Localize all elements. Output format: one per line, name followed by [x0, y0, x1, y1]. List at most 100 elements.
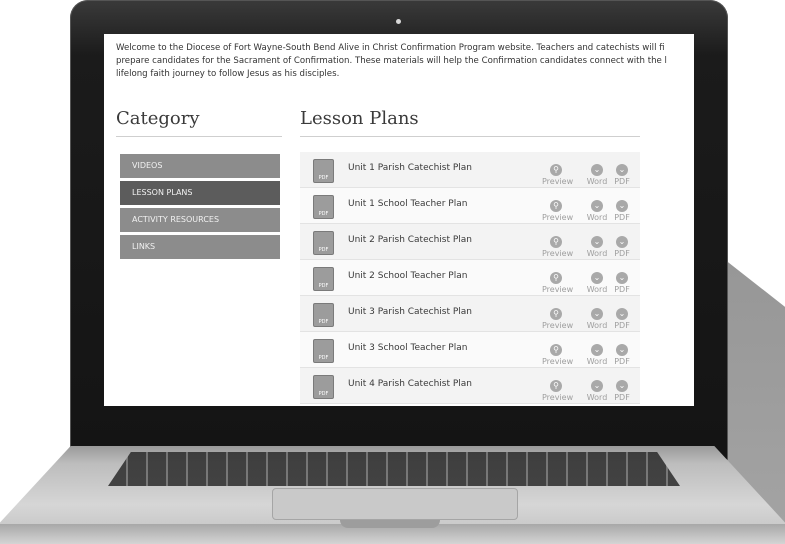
word-download-button[interactable]: ⌄ Word [583, 373, 611, 403]
lesson-plan-row: PDF Unit 4 Parish Catechist Plan ⚲ Previe… [300, 368, 640, 404]
chevron-down-circle-icon: ⌄ [591, 308, 603, 320]
pdf-download-button[interactable]: ⌄ PDF [608, 229, 636, 259]
preview-label: Preview [542, 285, 574, 294]
intro-line: lifelong faith journey to follow Jesus a… [116, 69, 340, 79]
lesson-plan-label: Unit 4 Parish Catechist Plan [348, 379, 473, 389]
lesson-plan-label: Unit 3 School Teacher Plan [348, 343, 468, 353]
word-download-button[interactable]: ⌄ Word [583, 193, 611, 223]
category-item-videos[interactable]: VIDEOS [120, 154, 280, 178]
word-download-button[interactable]: ⌄ Word [583, 337, 611, 367]
pdf-download-button[interactable]: ⌄ PDF [608, 301, 636, 331]
lesson-plans-heading: Lesson Plans [300, 108, 419, 129]
lesson-plan-label: Unit 1 School Teacher Plan [348, 199, 468, 209]
magnifier-icon: ⚲ [550, 236, 562, 248]
lesson-plan-row: PDF Unit 2 School Teacher Plan ⚲ Preview … [300, 260, 640, 296]
chevron-down-circle-icon: ⌄ [616, 380, 628, 392]
word-label: Word [586, 213, 608, 222]
chevron-down-circle-icon: ⌄ [616, 344, 628, 356]
pdf-file-icon-text: PDF [318, 355, 329, 361]
magnifier-icon: ⚲ [550, 344, 562, 356]
chevron-down-circle-icon: ⌄ [616, 272, 628, 284]
chevron-down-circle-icon: ⌄ [616, 308, 628, 320]
pdf-label: PDF [614, 321, 630, 330]
category-item-activity-resources[interactable]: ACTIVITY RESOURCES [120, 208, 280, 232]
chevron-down-circle-icon: ⌄ [591, 344, 603, 356]
pdf-label: PDF [614, 213, 630, 222]
lesson-plan-row: PDF Unit 3 School Teacher Plan ⚲ Preview … [300, 332, 640, 368]
word-download-button[interactable]: ⌄ Word [583, 229, 611, 259]
word-label: Word [586, 249, 608, 258]
lesson-plan-list: PDF Unit 1 Parish Catechist Plan ⚲ Previe… [300, 152, 640, 404]
pdf-label: PDF [614, 285, 630, 294]
lesson-plan-row: PDF Unit 3 Parish Catechist Plan ⚲ Previe… [300, 296, 640, 332]
chevron-down-circle-icon: ⌄ [591, 272, 603, 284]
intro-text: Welcome to the Diocese of Fort Wayne-Sou… [116, 42, 694, 81]
magnifier-icon: ⚲ [550, 380, 562, 392]
laptop-notch [340, 520, 440, 528]
preview-button[interactable]: ⚲ Preview [542, 193, 574, 223]
pdf-download-button[interactable]: ⌄ PDF [608, 373, 636, 403]
preview-label: Preview [542, 393, 574, 402]
pdf-label: PDF [614, 249, 630, 258]
pdf-file-icon: PDF [313, 303, 334, 327]
preview-label: Preview [542, 357, 574, 366]
magnifier-icon: ⚲ [550, 308, 562, 320]
word-label: Word [586, 393, 608, 402]
preview-button[interactable]: ⚲ Preview [542, 337, 574, 367]
chevron-down-circle-icon: ⌄ [616, 236, 628, 248]
category-divider [116, 136, 282, 137]
magnifier-icon: ⚲ [550, 272, 562, 284]
pdf-file-icon-text: PDF [318, 247, 329, 253]
preview-label: Preview [542, 177, 574, 186]
chevron-down-circle-icon: ⌄ [591, 380, 603, 392]
pdf-file-icon: PDF [313, 195, 334, 219]
lesson-plans-divider [300, 136, 640, 137]
preview-button[interactable]: ⚲ Preview [542, 229, 574, 259]
preview-label: Preview [542, 213, 574, 222]
laptop-trackpad [272, 488, 518, 520]
category-heading: Category [116, 108, 200, 129]
pdf-file-icon-text: PDF [318, 319, 329, 325]
preview-button[interactable]: ⚲ Preview [542, 373, 574, 403]
category-item-lesson-plans[interactable]: LESSON PLANS [120, 181, 280, 205]
pdf-download-button[interactable]: ⌄ PDF [608, 193, 636, 223]
word-label: Word [586, 357, 608, 366]
pdf-file-icon-text: PDF [318, 283, 329, 289]
pdf-download-button[interactable]: ⌄ PDF [608, 157, 636, 187]
pdf-file-icon-text: PDF [318, 175, 329, 181]
word-download-button[interactable]: ⌄ Word [583, 301, 611, 331]
lesson-plan-row: PDF Unit 2 Parish Catechist Plan ⚲ Previe… [300, 224, 640, 260]
pdf-label: PDF [614, 357, 630, 366]
lesson-plan-label: Unit 1 Parish Catechist Plan [348, 163, 473, 173]
preview-button[interactable]: ⚲ Preview [542, 157, 574, 187]
intro-line: prepare candidates for the Sacrament of … [116, 56, 667, 66]
category-menu: VIDEOS LESSON PLANS ACTIVITY RESOURCES L… [120, 154, 280, 262]
preview-button[interactable]: ⚲ Preview [542, 265, 574, 295]
preview-button[interactable]: ⚲ Preview [542, 301, 573, 331]
pdf-file-icon-text: PDF [318, 211, 329, 217]
pdf-file-icon-text: PDF [318, 391, 329, 397]
webcam [396, 19, 401, 24]
chevron-down-circle-icon: ⌄ [591, 236, 603, 248]
laptop-screen: Welcome to the Diocese of Fort Wayne-Sou… [104, 34, 694, 406]
lesson-plan-label: Unit 2 School Teacher Plan [348, 271, 468, 281]
lesson-plan-row: PDF Unit 1 Parish Catechist Plan ⚲ Previe… [300, 152, 640, 188]
category-item-links[interactable]: LINKS [120, 235, 280, 259]
word-download-button[interactable]: ⌄ Word [583, 265, 611, 295]
word-download-button[interactable]: ⌄ Word [583, 157, 611, 187]
pdf-label: PDF [614, 177, 630, 186]
pdf-download-button[interactable]: ⌄ PDF [608, 337, 636, 367]
laptop-keyboard [108, 452, 680, 486]
word-label: Word [586, 177, 608, 186]
preview-label: Preview [542, 249, 574, 258]
pdf-file-icon: PDF [313, 267, 334, 291]
magnifier-icon: ⚲ [550, 200, 562, 212]
chevron-down-circle-icon: ⌄ [616, 200, 628, 212]
lesson-plan-label: Unit 3 Parish Catechist Plan [348, 307, 473, 317]
pdf-file-icon: PDF [313, 339, 334, 363]
word-label: Word [586, 321, 608, 330]
lesson-plan-label: Unit 2 Parish Catechist Plan [348, 235, 473, 245]
chevron-down-circle-icon: ⌄ [591, 200, 603, 212]
pdf-download-button[interactable]: ⌄ PDF [608, 265, 636, 295]
pdf-file-icon: PDF [313, 159, 334, 183]
